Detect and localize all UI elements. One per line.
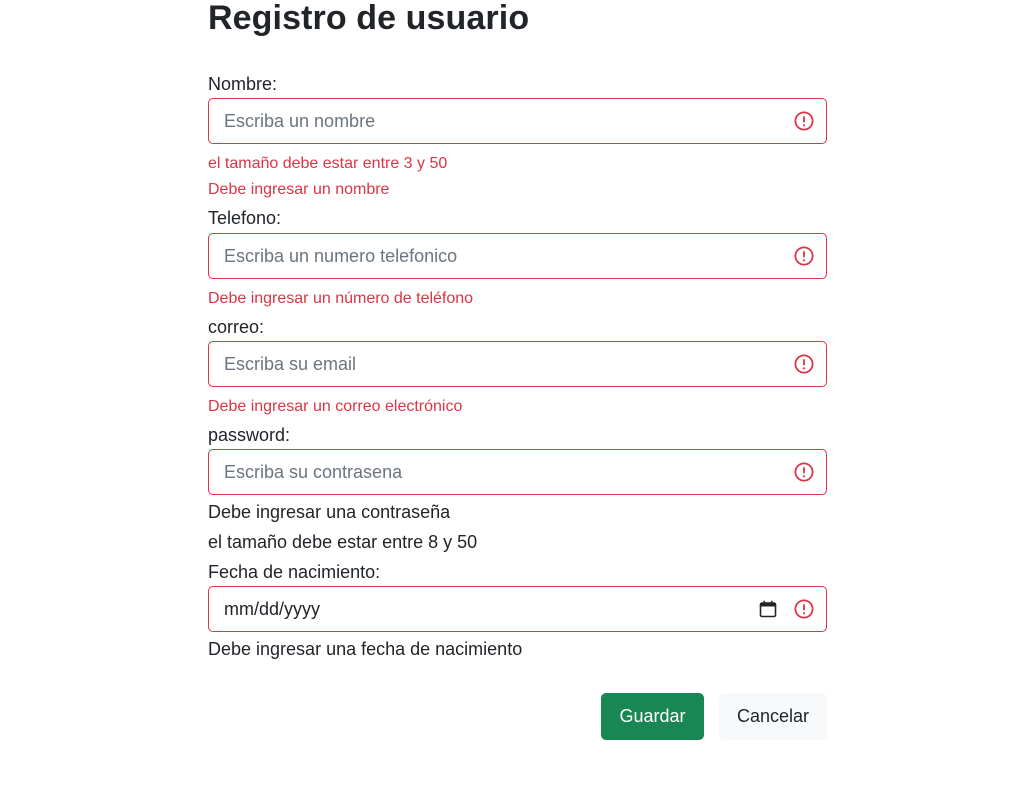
telefono-input[interactable] [209,234,764,278]
correo-input[interactable] [209,342,764,386]
fecha-required-message: Debe ingresar una fecha de nacimiento [208,639,523,659]
password-required-message: Debe ingresar una contraseña [208,502,451,522]
nombre-size-error: el tamaño debe estar entre 3 y 50 [208,155,448,172]
telefono-required-error: Debe ingresar un número de teléfono [208,290,474,307]
nombre-field[interactable] [208,98,827,144]
exclamation-circle-icon [794,599,814,619]
telefono-label: Telefono: [208,208,282,228]
calendar-icon[interactable] [759,600,777,618]
save-button[interactable]: Guardar [601,693,704,740]
correo-field[interactable] [208,341,827,387]
password-field[interactable] [208,449,827,495]
password-size-message: el tamaño debe estar entre 8 y 50 [208,532,478,552]
telefono-field[interactable] [208,233,827,279]
exclamation-circle-icon [794,246,814,266]
exclamation-circle-icon [794,354,814,374]
page-title: Registro de usuario [208,0,530,37]
cancel-button[interactable]: Cancelar [719,693,827,740]
fecha-label: Fecha de nacimiento: [208,562,381,582]
correo-label: correo: [208,317,265,337]
password-input[interactable] [209,450,764,494]
correo-required-error: Debe ingresar un correo electrónico [208,398,463,415]
nombre-input[interactable] [209,99,764,143]
exclamation-circle-icon [794,111,814,131]
nombre-required-error: Debe ingresar un nombre [208,181,390,198]
fecha-input-value[interactable]: mm/dd/yyyy [224,598,320,620]
nombre-label: Nombre: [208,74,278,94]
fecha-field[interactable]: mm/dd/yyyy [208,586,827,632]
password-label: password: [208,425,291,445]
exclamation-circle-icon [794,462,814,482]
